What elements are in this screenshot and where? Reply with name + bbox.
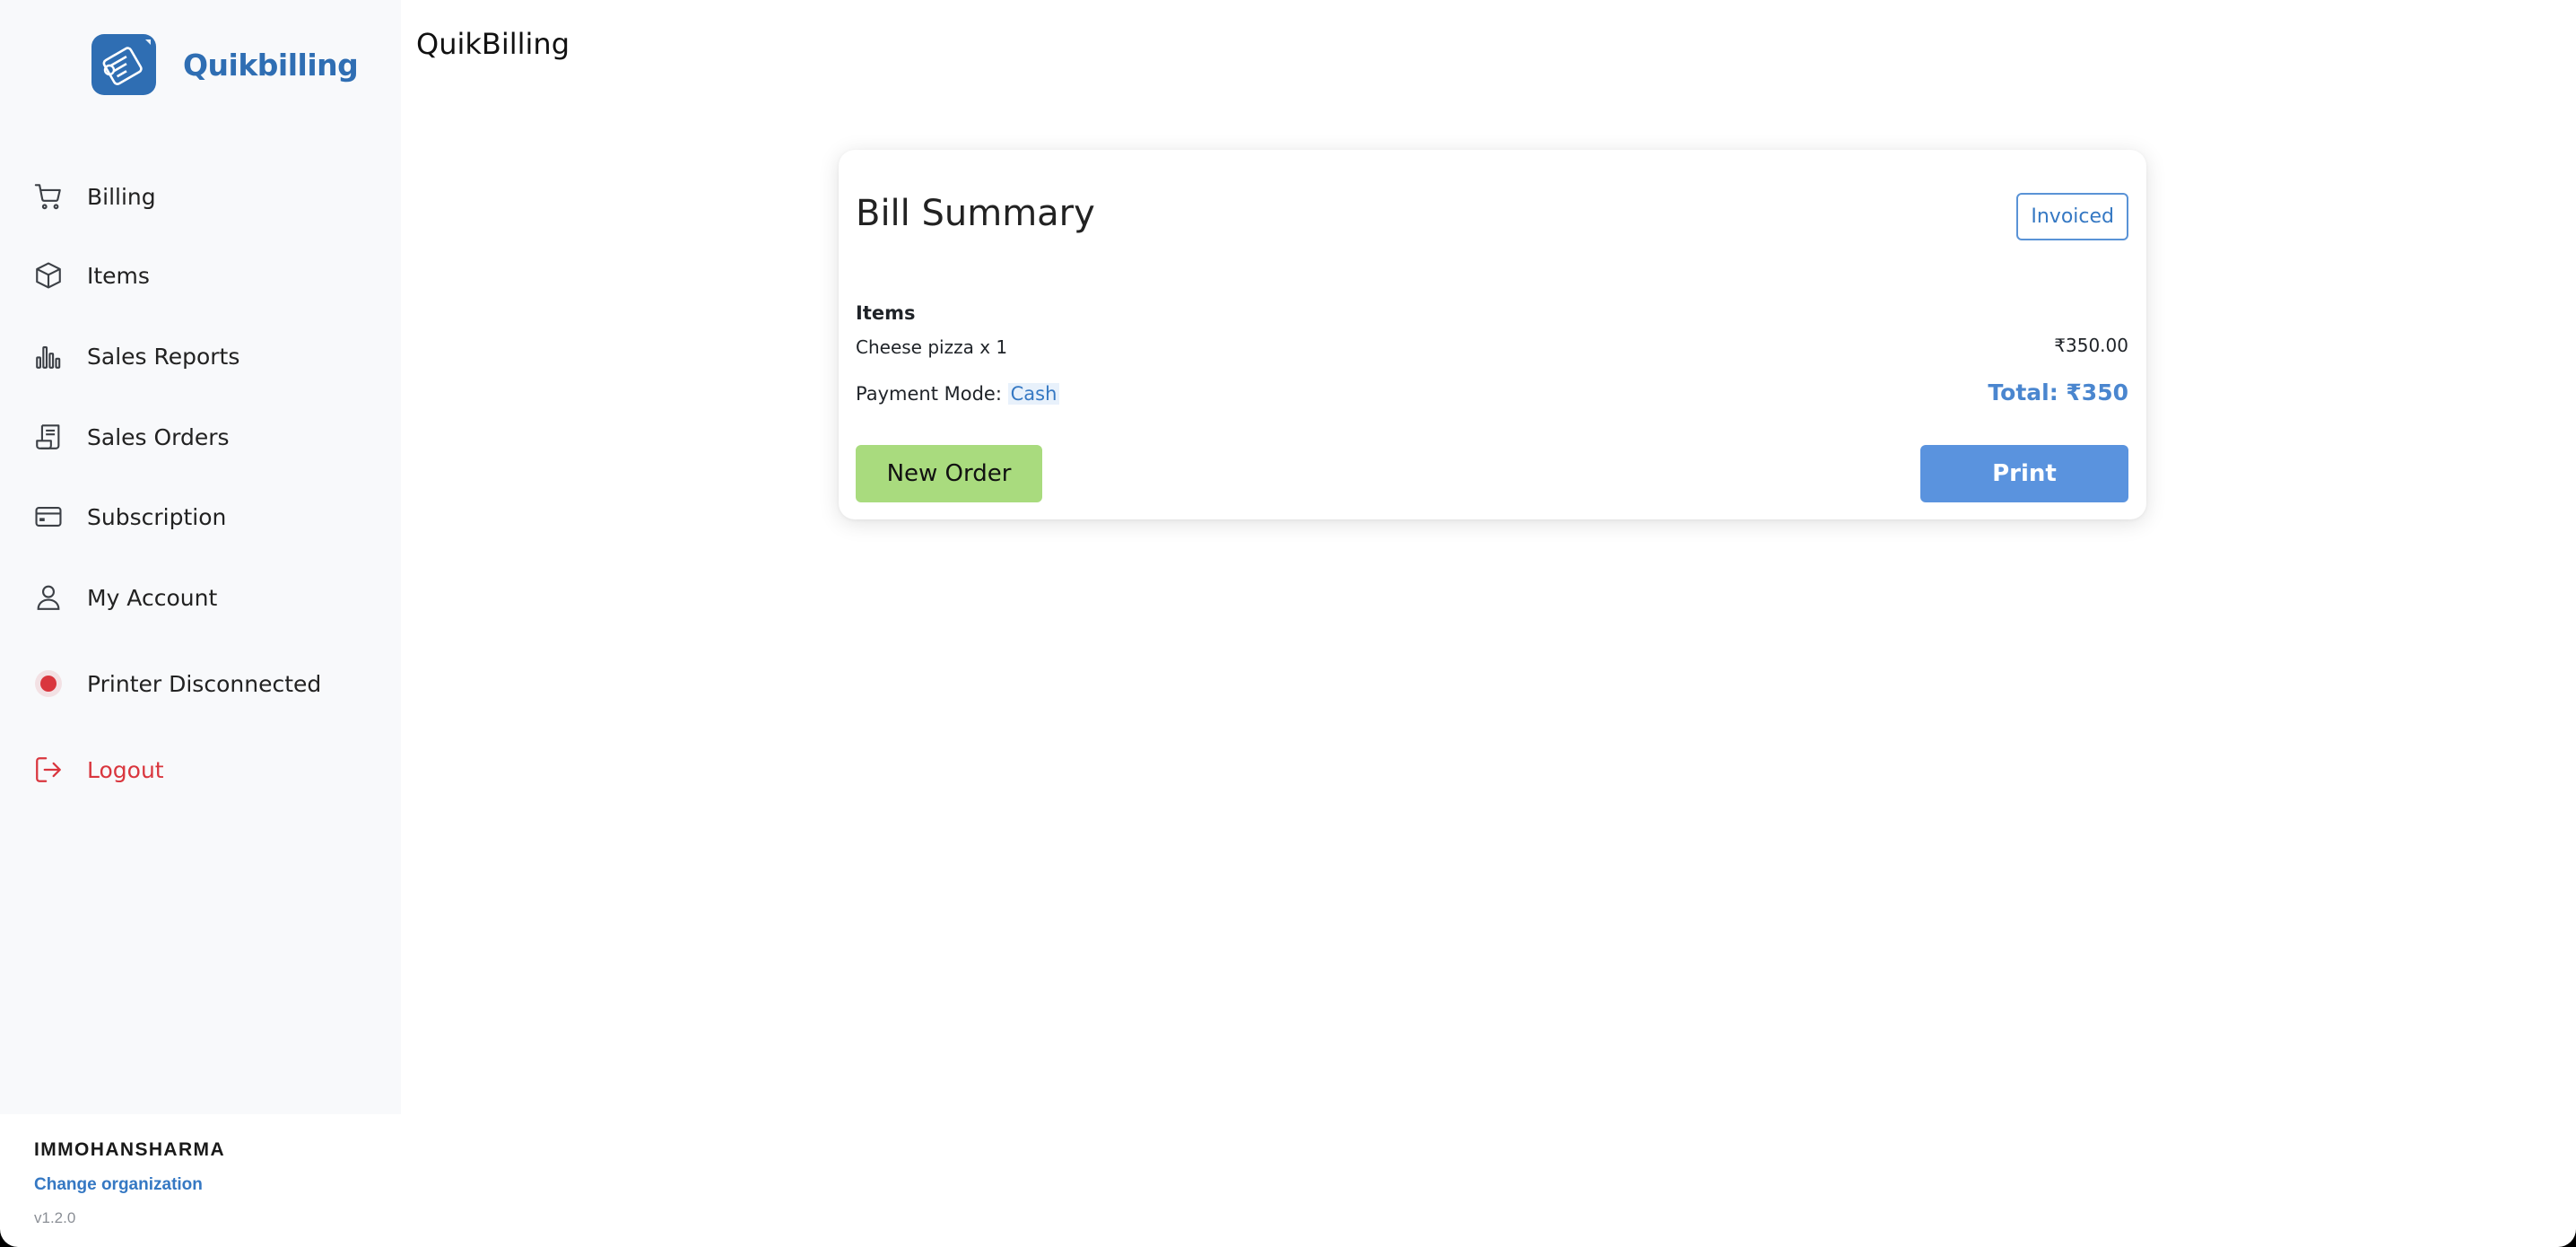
sidebar-item-label: Printer Disconnected <box>87 670 322 697</box>
sidebar-item-label: Items <box>87 262 150 289</box>
logo-mark-icon <box>91 34 156 95</box>
print-button[interactable]: Print <box>1920 445 2128 502</box>
receipt-icon <box>32 421 65 453</box>
box-icon <box>32 259 65 292</box>
logout-icon <box>32 754 65 786</box>
app-version: v1.2.0 <box>34 1209 76 1226</box>
sidebar-item-sales-reports[interactable]: Sales Reports <box>32 331 391 381</box>
change-organization-link[interactable]: Change organization <box>34 1175 225 1195</box>
sidebar-item-printer-status[interactable]: Printer Disconnected <box>32 658 391 709</box>
sidebar-item-label: Sales Reports <box>87 343 240 370</box>
logo-text: Quikbilling <box>183 47 359 83</box>
line-item-price: ₹350.00 <box>2054 335 2128 356</box>
cart-icon <box>32 180 65 213</box>
line-item-name: Cheese pizza x 1 <box>856 336 1008 358</box>
payment-mode-value: Cash <box>1007 383 1060 405</box>
sidebar-item-billing[interactable]: Billing <box>32 171 391 222</box>
sidebar-item-subscription[interactable]: Subscription <box>32 492 391 542</box>
organization-name: IMMOHANSHARMA <box>34 1139 226 1160</box>
sidebar-item-logout[interactable]: Logout <box>32 745 391 795</box>
app-logo[interactable]: Quikbilling <box>91 34 359 95</box>
sidebar: Quikbilling Billing Items Sales Reports … <box>0 0 401 1114</box>
organization-info: IMMOHANSHARMA Change organization v1.2.0 <box>34 1139 225 1227</box>
payment-mode-row: Payment Mode: Cash <box>856 383 1060 405</box>
items-heading: Items <box>856 302 916 324</box>
sidebar-item-label: Subscription <box>87 503 227 530</box>
sidebar-item-my-account[interactable]: My Account <box>32 572 391 623</box>
bar-chart-icon <box>32 340 65 372</box>
sidebar-item-items[interactable]: Items <box>32 250 391 301</box>
status-dot-icon <box>32 667 65 700</box>
payment-mode-label: Payment Mode: <box>856 383 1002 405</box>
sidebar-item-sales-orders[interactable]: Sales Orders <box>32 412 391 462</box>
bill-summary-title: Bill Summary <box>856 193 1095 234</box>
user-icon <box>32 581 65 614</box>
window-corner <box>0 1229 18 1247</box>
sidebar-item-label: Billing <box>87 183 156 210</box>
page-title: QuikBilling <box>416 27 570 61</box>
new-order-button[interactable]: New Order <box>856 445 1042 502</box>
bill-total: Total: ₹350 <box>1988 379 2128 405</box>
sidebar-item-label: Sales Orders <box>87 423 230 450</box>
sidebar-item-label: Logout <box>87 756 164 783</box>
bill-summary-card: Bill Summary Invoiced Items Cheese pizza… <box>839 150 2146 519</box>
status-badge: Invoiced <box>2016 193 2128 240</box>
sidebar-item-label: My Account <box>87 584 218 611</box>
window-corner <box>2558 1229 2576 1247</box>
credit-card-icon <box>32 501 65 533</box>
